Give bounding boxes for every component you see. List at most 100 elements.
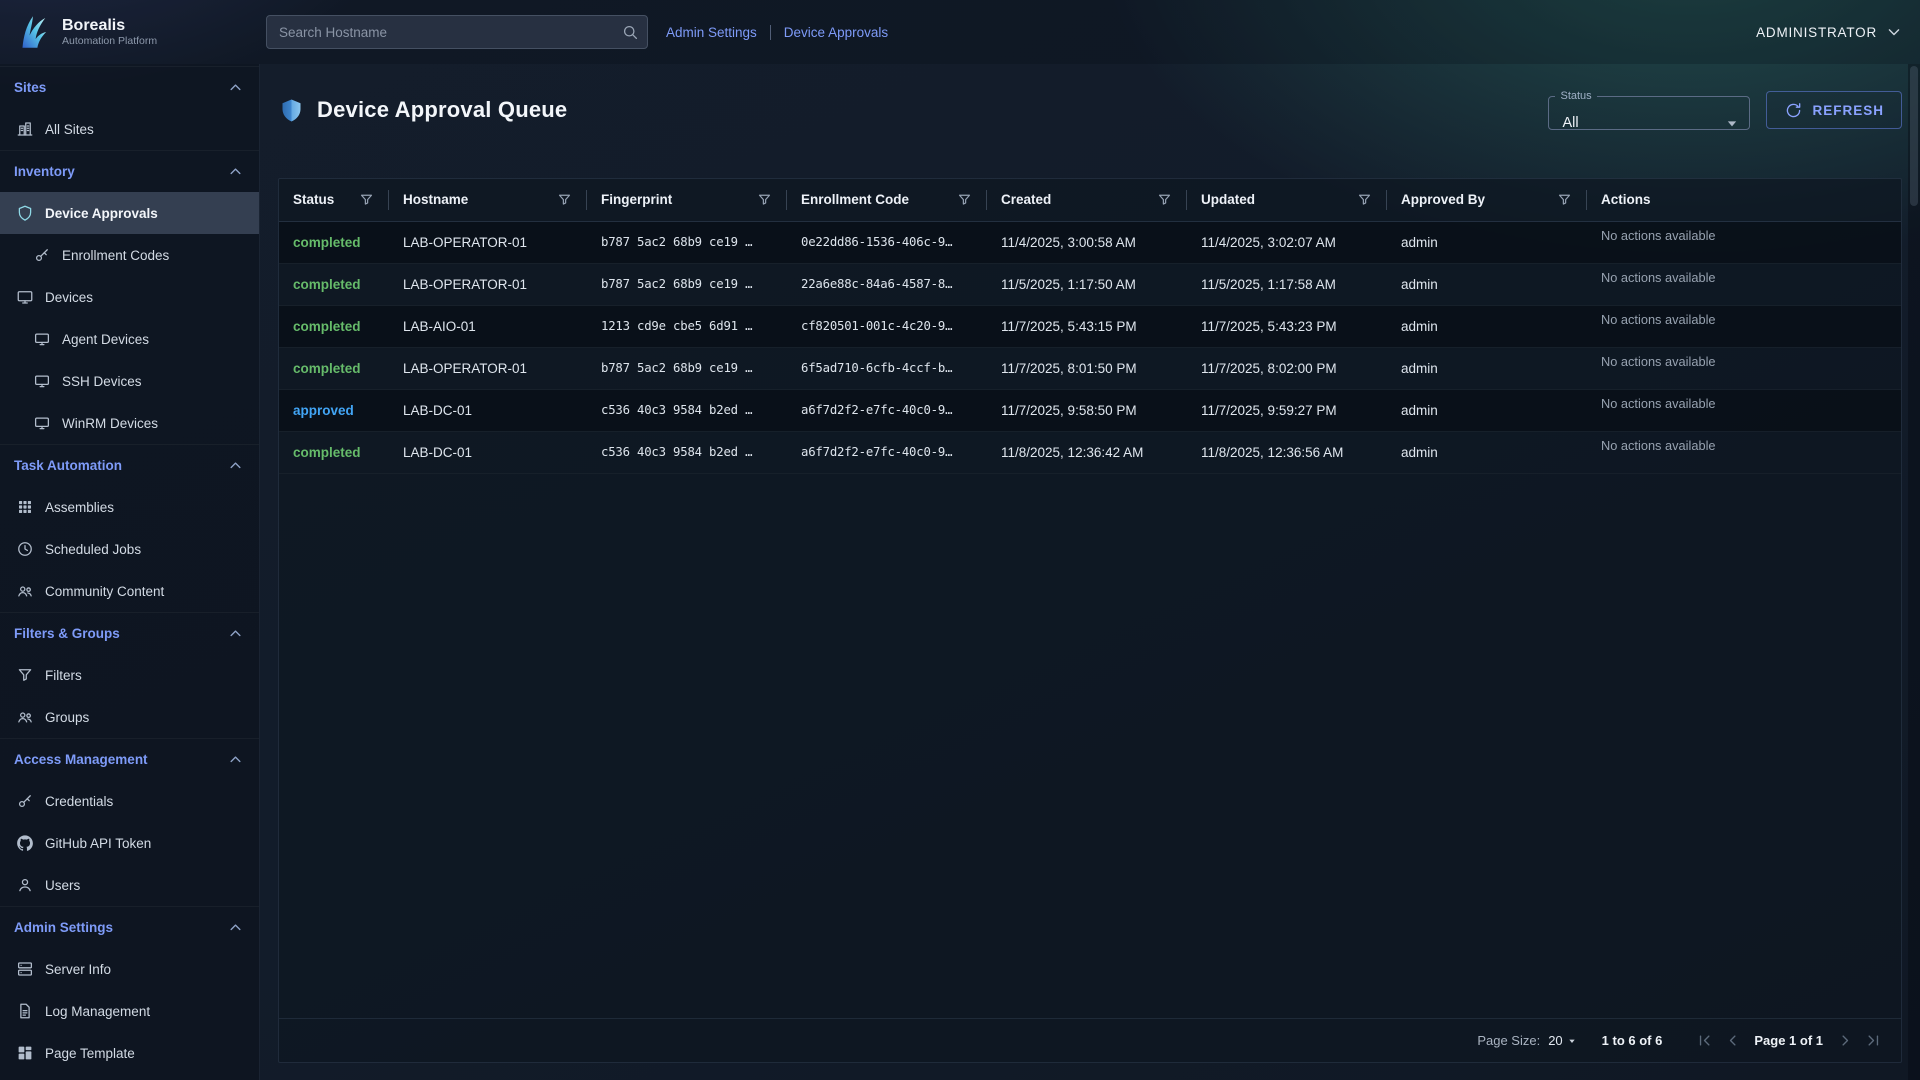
table-row[interactable]: completedLAB-OPERATOR-01b787 5ac2 68b9 c… xyxy=(279,263,1901,305)
next-page-button[interactable] xyxy=(1831,1027,1859,1055)
page-indicator: Page 1 of 1 xyxy=(1754,1033,1823,1048)
table-body: completedLAB-OPERATOR-01 b787 5ac2 68b9 c… xyxy=(279,221,1901,473)
filter-icon[interactable] xyxy=(1156,191,1173,208)
cell-fingerprint: 1213 cd9e cbe5 6d91 … xyxy=(587,305,787,347)
sidebar-section-access-management[interactable]: Access Management xyxy=(0,738,259,780)
last-page-button[interactable] xyxy=(1859,1027,1887,1055)
sidebar-item-device-approvals[interactable]: Device Approvals xyxy=(0,192,259,234)
clock-icon xyxy=(16,540,34,558)
page-title: Device Approval Queue xyxy=(317,97,567,123)
grid-icon xyxy=(16,498,34,516)
sidebar-item-assemblies[interactable]: Assemblies xyxy=(0,486,259,528)
sidebar-item-label: Agent Devices xyxy=(62,332,149,347)
sidebar-item-credentials[interactable]: Credentials xyxy=(0,780,259,822)
sidebar-section-label: Sites xyxy=(14,80,46,95)
cell-fingerprint: b787 5ac2 68b9 ce19 … xyxy=(587,221,787,263)
sidebar-section-inventory[interactable]: Inventory xyxy=(0,150,259,192)
cell-enrollment-code: 22a6e88c-84a6-4587-8… xyxy=(787,263,987,305)
sidebar-item-server-info[interactable]: Server Info xyxy=(0,948,259,990)
column-label: Status xyxy=(293,192,334,207)
user-menu[interactable]: ADMINISTRATOR xyxy=(1756,22,1904,42)
refresh-icon xyxy=(1784,101,1803,120)
column-header-status[interactable]: Status xyxy=(279,179,389,221)
cell-status: completed xyxy=(279,347,389,389)
table-row[interactable]: completedLAB-AIO-011213 cd9e cbe5 6d91 …… xyxy=(279,305,1901,347)
filter-icon[interactable] xyxy=(956,191,973,208)
sidebar-item-page-template[interactable]: Page Template xyxy=(0,1032,259,1074)
cell-fingerprint: c536 40c3 9584 b2ed … xyxy=(587,389,787,431)
filter-icon[interactable] xyxy=(556,191,573,208)
breadcrumb-device-approvals[interactable]: Device Approvals xyxy=(784,25,888,40)
sidebar-item-filters[interactable]: Filters xyxy=(0,654,259,696)
sidebar-item-agent-devices[interactable]: Agent Devices xyxy=(0,318,259,360)
sidebar-section-sites[interactable]: Sites xyxy=(0,66,259,108)
chevron-up-icon xyxy=(226,750,245,769)
previous-page-button[interactable] xyxy=(1718,1027,1746,1055)
cell-actions: No actions available xyxy=(1587,431,1901,473)
sidebar-item-users[interactable]: Users xyxy=(0,864,259,906)
scrollbar[interactable] xyxy=(1908,64,1920,1080)
last-page-icon xyxy=(1864,1031,1883,1050)
filter-icon[interactable] xyxy=(756,191,773,208)
monitor-icon xyxy=(33,372,51,390)
column-label: Actions xyxy=(1601,192,1651,207)
table-row[interactable]: completedLAB-OPERATOR-01b787 5ac2 68b9 c… xyxy=(279,347,1901,389)
cell-approved-by: admin xyxy=(1387,347,1587,389)
column-header-updated[interactable]: Updated xyxy=(1187,179,1387,221)
sidebar-item-github-api-token[interactable]: GitHub API Token xyxy=(0,822,259,864)
column-header-fingerprint[interactable]: Fingerprint xyxy=(587,179,787,221)
sidebar-item-devices[interactable]: Devices xyxy=(0,276,259,318)
cell-approved-by: admin xyxy=(1387,263,1587,305)
sidebar-item-community-content[interactable]: Community Content xyxy=(0,570,259,612)
pagination: Page 1 of 1 xyxy=(1690,1027,1887,1055)
sidebar-item-label: Devices xyxy=(45,290,93,305)
sidebar-section-filters-groups[interactable]: Filters & Groups xyxy=(0,612,259,654)
filter-icon[interactable] xyxy=(1356,191,1373,208)
borealis-logo-icon xyxy=(12,11,54,53)
column-header-actions[interactable]: Actions xyxy=(1587,179,1901,221)
status-filter-select[interactable]: Status All xyxy=(1548,90,1750,130)
cell-enrollment-code: a6f7d2f2-e7fc-40c0-9… xyxy=(787,389,987,431)
column-label: Hostname xyxy=(403,192,468,207)
cell-enrollment-code: 6f5ad710-6cfb-4ccf-b… xyxy=(787,347,987,389)
sidebar-item-groups[interactable]: Groups xyxy=(0,696,259,738)
page-size-dropdown[interactable]: 20 xyxy=(1548,1033,1579,1049)
table-row[interactable]: approvedLAB-DC-01c536 40c3 9584 b2ed …a6… xyxy=(279,389,1901,431)
table-row[interactable]: completedLAB-OPERATOR-01b787 5ac2 68b9 c… xyxy=(279,221,1901,263)
table-row[interactable]: completedLAB-DC-01c536 40c3 9584 b2ed …a… xyxy=(279,431,1901,473)
filter-icon[interactable] xyxy=(1556,191,1573,208)
sidebar-section-task-automation[interactable]: Task Automation xyxy=(0,444,259,486)
cell-approved-by: admin xyxy=(1387,305,1587,347)
column-header-approved-by[interactable]: Approved By xyxy=(1387,179,1587,221)
sidebar-item-ssh-devices[interactable]: SSH Devices xyxy=(0,360,259,402)
cell-hostname: LAB-OPERATOR-01 xyxy=(389,347,587,389)
next-page-icon xyxy=(1836,1031,1855,1050)
sidebar-item-winrm-devices[interactable]: WinRM Devices xyxy=(0,402,259,444)
table-area: Status Hostname FingerprintEnrollment Code… xyxy=(279,179,1901,1018)
sidebar-section-admin-settings[interactable]: Admin Settings xyxy=(0,906,259,948)
scrollbar-thumb[interactable] xyxy=(1910,66,1918,206)
cell-updated: 11/4/2025, 3:02:07 AM xyxy=(1187,221,1387,263)
chevron-up-icon xyxy=(226,918,245,937)
cell-updated: 11/7/2025, 5:43:23 PM xyxy=(1187,305,1387,347)
column-header-enrollment-code[interactable]: Enrollment Code xyxy=(787,179,987,221)
github-icon xyxy=(16,834,34,852)
column-header-created[interactable]: Created xyxy=(987,179,1187,221)
first-page-icon xyxy=(1695,1031,1714,1050)
sidebar-section-label: Admin Settings xyxy=(14,920,113,935)
cell-fingerprint: c536 40c3 9584 b2ed … xyxy=(587,431,787,473)
cell-created: 11/5/2025, 1:17:50 AM xyxy=(987,263,1187,305)
breadcrumb-admin-settings[interactable]: Admin Settings xyxy=(666,25,757,40)
sidebar-item-all-sites[interactable]: All Sites xyxy=(0,108,259,150)
sidebar-item-scheduled-jobs[interactable]: Scheduled Jobs xyxy=(0,528,259,570)
sidebar-item-log-management[interactable]: Log Management xyxy=(0,990,259,1032)
sidebar-item-enrollment-codes[interactable]: Enrollment Codes xyxy=(0,234,259,276)
first-page-button[interactable] xyxy=(1690,1027,1718,1055)
previous-page-icon xyxy=(1723,1031,1742,1050)
search-box[interactable] xyxy=(266,15,648,49)
refresh-button[interactable]: REFRESH xyxy=(1766,91,1902,129)
search-icon xyxy=(621,23,639,41)
filter-icon[interactable] xyxy=(358,191,375,208)
search-input[interactable] xyxy=(266,15,648,49)
column-header-hostname[interactable]: Hostname xyxy=(389,179,587,221)
